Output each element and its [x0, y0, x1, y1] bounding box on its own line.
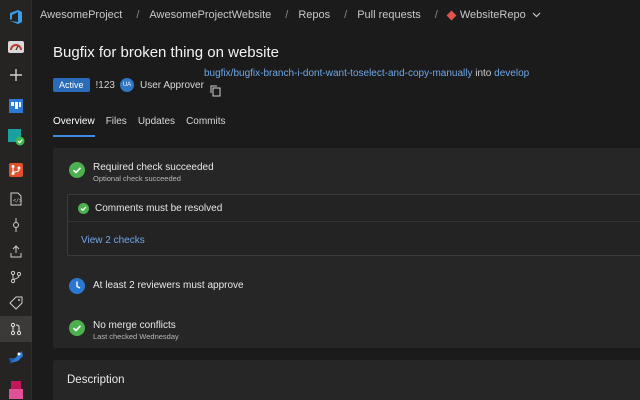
left-navigation-rail: </>: [0, 0, 32, 400]
target-branch-link[interactable]: develop: [494, 68, 529, 79]
azure-devops-logo-icon[interactable]: [0, 4, 32, 30]
status-badge: Active: [53, 78, 90, 92]
breadcrumb-separator: /: [434, 9, 438, 21]
required-check-title: Required check succeeded: [93, 162, 214, 173]
required-check-subtitle: Optional check succeeded: [93, 174, 181, 183]
pr-meta: Active !123 UA User Approver: [53, 76, 204, 94]
breadcrumb-repos[interactable]: Repos: [298, 9, 330, 21]
divider: [68, 221, 640, 222]
tab-bar: Overview Files Updates Commits: [53, 116, 237, 137]
comments-check-row[interactable]: Comments must be resolved: [78, 203, 222, 214]
artifacts-icon[interactable]: [0, 376, 32, 400]
breadcrumb-separator: /: [344, 9, 348, 21]
required-check-row[interactable]: Required check succeeded Optional check …: [69, 162, 214, 183]
tab-commits[interactable]: Commits: [186, 116, 225, 137]
breadcrumb-project[interactable]: AwesomeProject: [32, 9, 122, 21]
tags-icon[interactable]: [0, 290, 32, 316]
tab-overview[interactable]: Overview: [53, 116, 95, 137]
comments-check-title: Comments must be resolved: [95, 203, 223, 214]
tab-updates[interactable]: Updates: [138, 116, 175, 137]
into-label: into: [475, 68, 492, 79]
breadcrumb-project-website[interactable]: AwesomeProjectWebsite: [149, 9, 271, 21]
boards-icon[interactable]: [0, 93, 32, 119]
merge-check-row[interactable]: No merge conflicts Last checked Wednesda…: [69, 320, 179, 341]
approver-name[interactable]: User Approver: [140, 80, 204, 91]
description-card: Description: [53, 360, 640, 400]
check-success-icon: [69, 320, 85, 336]
copy-icon[interactable]: [210, 84, 221, 102]
test-plans-icon[interactable]: [0, 124, 32, 150]
svg-text:</>: </>: [13, 198, 22, 204]
clock-icon: [69, 278, 85, 294]
breadcrumb-pull-requests[interactable]: Pull requests: [357, 9, 421, 21]
pr-id: !123: [95, 79, 115, 91]
view-checks-link[interactable]: View 2 checks: [81, 235, 145, 246]
repos-icon[interactable]: [0, 157, 32, 183]
check-success-icon: [69, 162, 85, 178]
reviewers-check-row[interactable]: At least 2 reviewers must approve: [69, 278, 244, 294]
pushes-icon[interactable]: [0, 238, 32, 264]
files-icon[interactable]: </>: [0, 186, 32, 212]
page-title: Bugfix for broken thing on website: [53, 44, 279, 61]
repo-icon: [446, 10, 457, 21]
breadcrumb-separator: /: [285, 9, 289, 21]
avatar[interactable]: UA: [119, 78, 134, 92]
pipelines-icon[interactable]: [0, 344, 32, 370]
pull-requests-icon[interactable]: [0, 316, 32, 342]
commits-icon[interactable]: [0, 212, 32, 238]
repo-selector[interactable]: WebsiteRepo: [446, 9, 541, 21]
overview-icon[interactable]: [0, 34, 32, 60]
chevron-down-icon: [532, 12, 541, 18]
source-branch-link[interactable]: bugfix/bugfix-branch-i-dont-want-toselec…: [204, 68, 472, 79]
policy-checks-card: Required check succeeded Optional check …: [53, 148, 640, 348]
check-success-icon: [78, 203, 89, 214]
description-title: Description: [67, 374, 125, 386]
repo-name: WebsiteRepo: [459, 9, 526, 21]
comments-check-group: Comments must be resolved View 2 checks: [67, 194, 640, 256]
add-icon[interactable]: [0, 62, 32, 88]
branch-info: bugfix/bugfix-branch-i-dont-want-toselec…: [204, 68, 529, 79]
merge-check-subtitle: Last checked Wednesday: [93, 332, 179, 341]
breadcrumb-separator: /: [136, 9, 140, 21]
tab-files[interactable]: Files: [106, 116, 127, 137]
breadcrumb: AwesomeProject / AwesomeProjectWebsite /…: [32, 0, 640, 30]
branches-icon[interactable]: [0, 264, 32, 290]
reviewers-check-title: At least 2 reviewers must approve: [93, 280, 244, 291]
merge-check-title: No merge conflicts: [93, 320, 176, 331]
